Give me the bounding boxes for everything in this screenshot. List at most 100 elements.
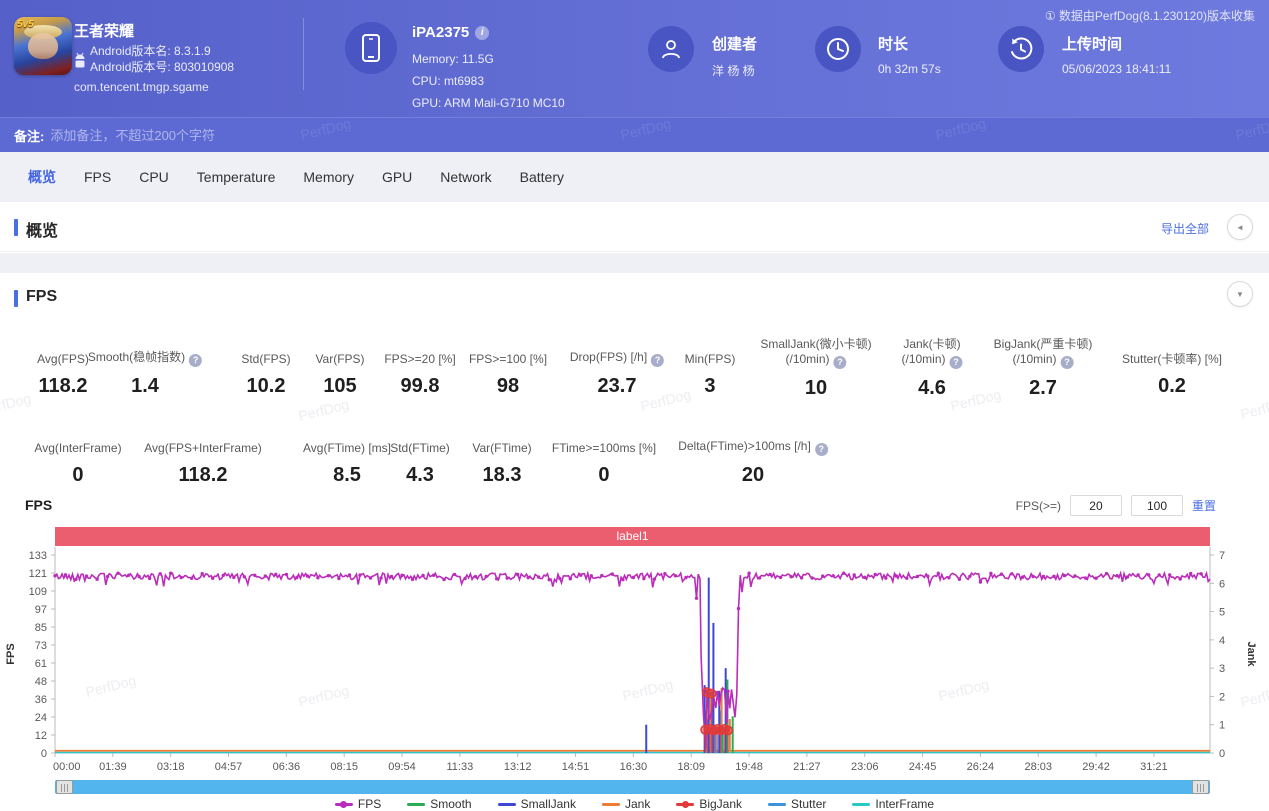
remark-input[interactable] [50, 128, 1269, 143]
tab-CPU[interactable]: CPU [125, 152, 183, 202]
help-icon[interactable]: ? [834, 356, 847, 369]
stat-value: 23.7 [570, 375, 664, 398]
legend-item-FPS[interactable]: FPS [335, 797, 381, 811]
duration-value: 0h 32m 57s [878, 62, 941, 76]
svg-text:61: 61 [35, 658, 47, 670]
stat-label: Std(FPS) [241, 337, 290, 367]
duration-icon-circle [815, 26, 861, 72]
svg-text:36: 36 [35, 694, 47, 706]
help-icon[interactable]: ? [1061, 356, 1074, 369]
creator-value: 洋 杨 杨 [712, 62, 755, 79]
legend-item-Smooth[interactable]: Smooth [407, 797, 471, 811]
fps-stats-row-1: Avg(FPS)118.2Smooth(稳帧指数)?1.4Std(FPS)10.… [0, 337, 1269, 417]
device-memory: Memory: 11.5G [412, 52, 494, 66]
fps-stats-row-2: Avg(InterFrame)0Avg(FPS+InterFrame)118.2… [0, 426, 1269, 496]
stat-value: 98 [469, 375, 547, 398]
svg-text:2: 2 [1219, 691, 1225, 703]
stat-value: 20 [678, 464, 828, 487]
stat-label: Avg(FPS+InterFrame) [144, 426, 261, 456]
game-package: com.tencent.tmgp.sgame [74, 80, 209, 94]
stat-label: FPS>=20 [%] [384, 337, 455, 367]
legend-label: Jank [625, 797, 650, 811]
game-app-icon: 5v5 [14, 17, 72, 75]
legend-marker-dot [682, 801, 689, 808]
svg-text:5: 5 [1219, 607, 1225, 619]
tab-Temperature[interactable]: Temperature [183, 152, 290, 202]
legend-item-Stutter[interactable]: Stutter [768, 797, 826, 811]
svg-text:0: 0 [41, 748, 47, 760]
svg-text:04:57: 04:57 [215, 761, 243, 773]
help-icon[interactable]: ? [815, 443, 828, 456]
android-icon [74, 50, 86, 77]
overview-collapse-button[interactable]: ◄ [1227, 214, 1253, 240]
svg-text:29:42: 29:42 [1082, 761, 1110, 773]
legend-label: SmallJank [521, 797, 576, 811]
tab-GPU[interactable]: GPU [368, 152, 426, 202]
device-info-icon[interactable]: i [475, 26, 489, 40]
stat-label: FPS>=100 [%] [469, 337, 547, 367]
creator-icon-circle [648, 26, 694, 72]
fps-chart[interactable]: label10122436486173859710912113301234567… [0, 520, 1269, 780]
android-version-name: Android版本名: 8.3.1.9 [90, 42, 211, 59]
fps-collapse-button[interactable]: ▼ [1227, 281, 1253, 307]
device-cpu: CPU: mt6983 [412, 74, 484, 88]
stat-Min(FPS): Min(FPS)3 [685, 337, 736, 398]
stat-Var(FPS): Var(FPS)105 [315, 337, 364, 398]
tab-概览[interactable]: 概览 [14, 152, 70, 202]
svg-text:7: 7 [1219, 550, 1225, 562]
svg-text:4: 4 [1219, 635, 1225, 647]
fps-filter-label: FPS(>=) [1016, 499, 1061, 513]
svg-text:1: 1 [1219, 720, 1225, 732]
chart-scrollbar-right-handle[interactable] [1192, 780, 1209, 794]
android-version-code: Android版本号: 803010908 [90, 58, 234, 75]
legend-label: BigJank [699, 797, 742, 811]
svg-text:label1: label1 [616, 529, 648, 543]
clock-icon [825, 36, 851, 62]
fps-section-title: FPS [26, 288, 57, 306]
stat-Avg(InterFrame): Avg(InterFrame)0 [34, 426, 121, 487]
svg-text:24: 24 [35, 712, 47, 724]
svg-text:00:00: 00:00 [53, 761, 81, 773]
svg-text:0: 0 [1219, 748, 1225, 760]
svg-text:24:45: 24:45 [909, 761, 937, 773]
svg-text:31:21: 31:21 [1140, 761, 1168, 773]
fps-filter-min-input[interactable] [1070, 495, 1122, 516]
tab-FPS[interactable]: FPS [70, 152, 125, 202]
export-all-button[interactable]: 导出全部 [1161, 220, 1209, 237]
stat-value: 1.4 [88, 375, 202, 398]
game-icon-art-face [28, 33, 58, 59]
svg-text:01:39: 01:39 [99, 761, 127, 773]
legend-item-InterFrame[interactable]: InterFrame [852, 797, 934, 811]
stat-value: 118.2 [37, 375, 89, 398]
creator-label: 创建者 [712, 33, 757, 54]
help-icon[interactable]: ? [651, 354, 664, 367]
stat-value: 0 [552, 464, 656, 487]
help-icon[interactable]: ? [950, 356, 963, 369]
tab-Battery[interactable]: Battery [506, 152, 578, 202]
stat-Stutter(卡顿率) [%]: Stutter(卡顿率) [%]0.2 [1122, 337, 1222, 398]
stat-value: 3 [685, 375, 736, 398]
fps-filter-max-input[interactable] [1131, 495, 1183, 516]
chart-scrollbar-left-handle[interactable] [56, 780, 73, 794]
stat-label: Std(FTime) [390, 426, 450, 456]
overview-title: 概览 [26, 217, 58, 241]
help-icon[interactable]: ? [189, 354, 202, 367]
stat-Avg(FTime) [ms]: Avg(FTime) [ms]8.5 [303, 426, 391, 487]
stat-label: Var(FTime) [472, 426, 531, 456]
tab-Network[interactable]: Network [426, 152, 505, 202]
tab-Memory[interactable]: Memory [289, 152, 368, 202]
svg-text:18:09: 18:09 [677, 761, 705, 773]
legend-label: Smooth [430, 797, 471, 811]
legend-item-Jank[interactable]: Jank [602, 797, 650, 811]
legend-item-SmallJank[interactable]: SmallJank [498, 797, 576, 811]
legend-item-BigJank[interactable]: BigJank [676, 797, 742, 811]
fps-filter-reset-button[interactable]: 重置 [1192, 497, 1216, 514]
collect-info: ① 数据由PerfDog(8.1.230120)版本收集 [1045, 7, 1255, 24]
svg-text:48: 48 [35, 676, 47, 688]
chart-scrollbar-track[interactable] [55, 780, 1210, 794]
section-separator [0, 253, 1269, 273]
stat-label: SmallJank(微小卡顿)(/10min)? [760, 337, 871, 369]
chart-legend: FPS Smooth SmallJank Jank BigJank Stutter Inte… [0, 797, 1269, 811]
legend-marker [602, 803, 620, 806]
stat-value: 0 [34, 464, 121, 487]
